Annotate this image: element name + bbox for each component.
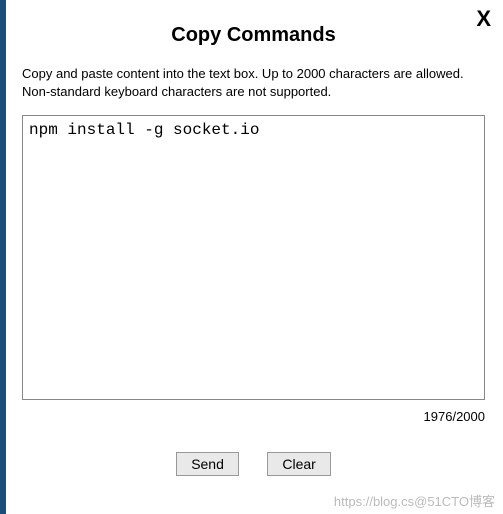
character-counter: 1976/2000 [22, 409, 485, 424]
instructions-text: Copy and paste content into the text box… [22, 65, 485, 101]
clear-button[interactable]: Clear [267, 452, 330, 476]
button-row: Send Clear [22, 452, 485, 476]
commands-textbox[interactable] [22, 115, 485, 400]
send-button[interactable]: Send [176, 452, 239, 476]
watermark-text: https://blog.cs@51CTO博客 [334, 491, 495, 510]
dialog-title: Copy Commands [22, 24, 485, 47]
close-button[interactable]: X [476, 8, 491, 30]
copy-commands-dialog: X Copy Commands Copy and paste content i… [0, 0, 503, 514]
